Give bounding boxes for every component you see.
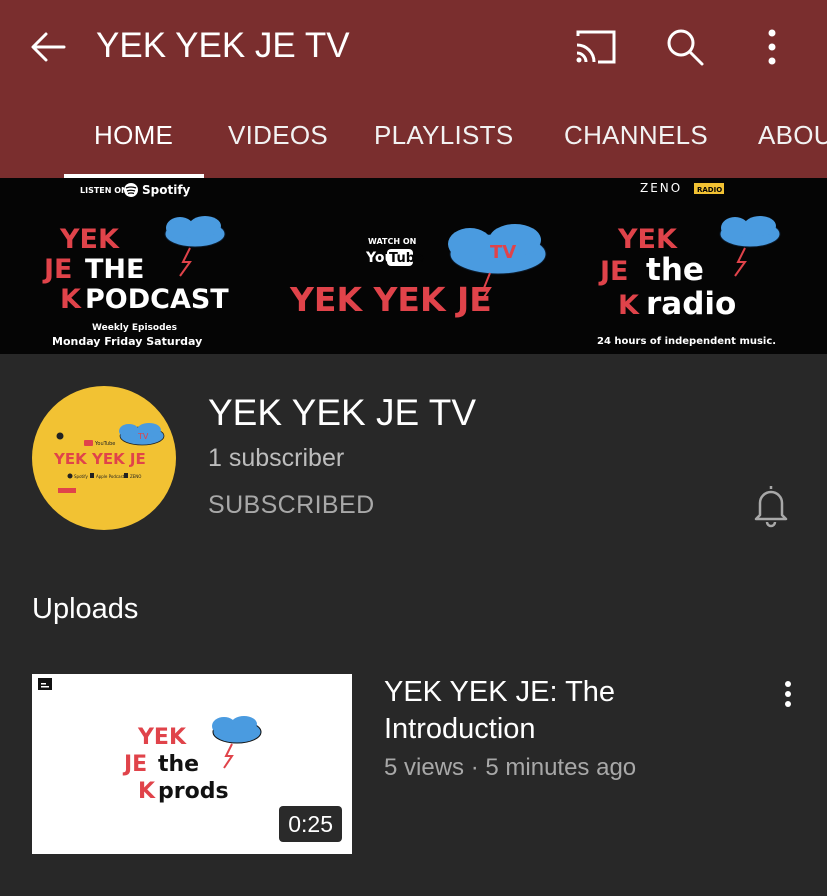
- tab-videos[interactable]: VIDEOS: [228, 118, 328, 152]
- radio-caption: 24 hours of independent music.: [597, 336, 776, 347]
- cast-icon[interactable]: [572, 26, 620, 68]
- radio-line3-b: radio: [646, 286, 736, 322]
- radio-line1: YEK: [617, 224, 678, 255]
- svg-text:YEK: YEK: [137, 725, 187, 750]
- video-meta: 5 views · 5 minutes ago: [384, 752, 636, 784]
- svg-text:Apple Podcasts: Apple Podcasts: [96, 474, 126, 479]
- channel-name: YEK YEK JE TV: [208, 392, 477, 433]
- tv-text: TV: [490, 242, 516, 263]
- video-views: 5 views: [384, 754, 465, 781]
- tab-about[interactable]: ABOUT: [758, 118, 827, 152]
- svg-text:ZENO: ZENO: [130, 474, 141, 479]
- podcast-line3-b: PODCAST: [85, 284, 229, 315]
- svg-text:YEK YEK JE: YEK YEK JE: [53, 450, 146, 468]
- podcast-line3-a: K: [60, 284, 82, 315]
- spotify-text: Spotify: [142, 183, 191, 197]
- svg-text:Spotify: Spotify: [74, 474, 89, 479]
- svg-text:TV: TV: [137, 432, 149, 441]
- podcast-line2-a: JE: [42, 254, 73, 285]
- tv-cloud-icon: TV: [119, 423, 165, 446]
- video-duration: 0:25: [279, 806, 342, 842]
- cloud-icon: [719, 216, 781, 277]
- video-title[interactable]: YEK YEK JE: The Introduction: [384, 674, 744, 748]
- more-vert-icon[interactable]: [750, 24, 794, 70]
- radio-line2-b: the: [646, 252, 704, 288]
- podcast-line2-b: THE: [85, 254, 144, 285]
- watch-on-text: WATCH ON: [368, 237, 416, 246]
- svg-text:K: K: [138, 779, 156, 804]
- section-title-uploads: Uploads: [32, 593, 139, 625]
- app-bar: YEK YEK JE TV HOME VIDEOS PLAYLISTS CHAN…: [0, 0, 827, 178]
- svg-text:the: the: [158, 752, 199, 777]
- listen-on-text: LISTEN ON: [80, 186, 128, 195]
- back-arrow-icon[interactable]: [26, 24, 72, 70]
- zeno-text: ZENO: [640, 181, 682, 195]
- banner-youtube-block: WATCH ON You Tube TV YEK YEK JE: [289, 224, 547, 319]
- banner-name: YEK YEK JE: [289, 280, 492, 319]
- video-more-icon[interactable]: [774, 678, 802, 710]
- notification-bell-icon[interactable]: [748, 482, 794, 528]
- podcast-line1: YEK: [59, 224, 120, 255]
- zeno-badge: RADIO: [697, 186, 722, 194]
- video-thumbnail[interactable]: YEK JE the K prods 0:25: [32, 674, 352, 854]
- channel-tabs: HOME VIDEOS PLAYLISTS CHANNELS ABOUT: [0, 110, 827, 178]
- banner-podcast-block: LISTEN ON Spotify YEK JE THE K PODCAST W…: [42, 183, 229, 348]
- svg-text:JE: JE: [122, 752, 147, 777]
- radio-line2-a: JE: [598, 256, 629, 287]
- video-age: 5 minutes ago: [485, 754, 637, 781]
- meta-separator: ·: [470, 754, 479, 781]
- page-title: YEK YEK JE TV: [96, 26, 350, 65]
- tab-channels[interactable]: CHANNELS: [564, 118, 708, 152]
- tab-home[interactable]: HOME: [94, 118, 173, 152]
- radio-line3-a: K: [618, 290, 640, 321]
- channel-banner: LISTEN ON Spotify YEK JE THE K PODCAST W…: [0, 178, 827, 354]
- tab-playlists[interactable]: PLAYLISTS: [374, 118, 514, 152]
- svg-text:YouTube: YouTube: [94, 441, 115, 447]
- cloud-icon: [212, 716, 262, 769]
- youtube-text-b: Tube: [389, 251, 424, 266]
- subscribed-button[interactable]: SUBSCRIBED: [208, 489, 375, 521]
- search-icon[interactable]: [660, 24, 708, 70]
- cloud-icon: [164, 216, 226, 277]
- subscriber-count: 1 subscriber: [208, 444, 345, 472]
- podcast-caption2: Monday Friday Saturday: [52, 335, 202, 348]
- banner-radio-block: ZENO RADIO YEK JE the K radio 24 hours o…: [597, 181, 781, 347]
- avatar[interactable]: YouTube TV YEK YEK JE Spotify Apple Podc…: [32, 386, 176, 530]
- svg-text:prods: prods: [158, 779, 229, 804]
- podcast-caption1: Weekly Episodes: [92, 323, 177, 333]
